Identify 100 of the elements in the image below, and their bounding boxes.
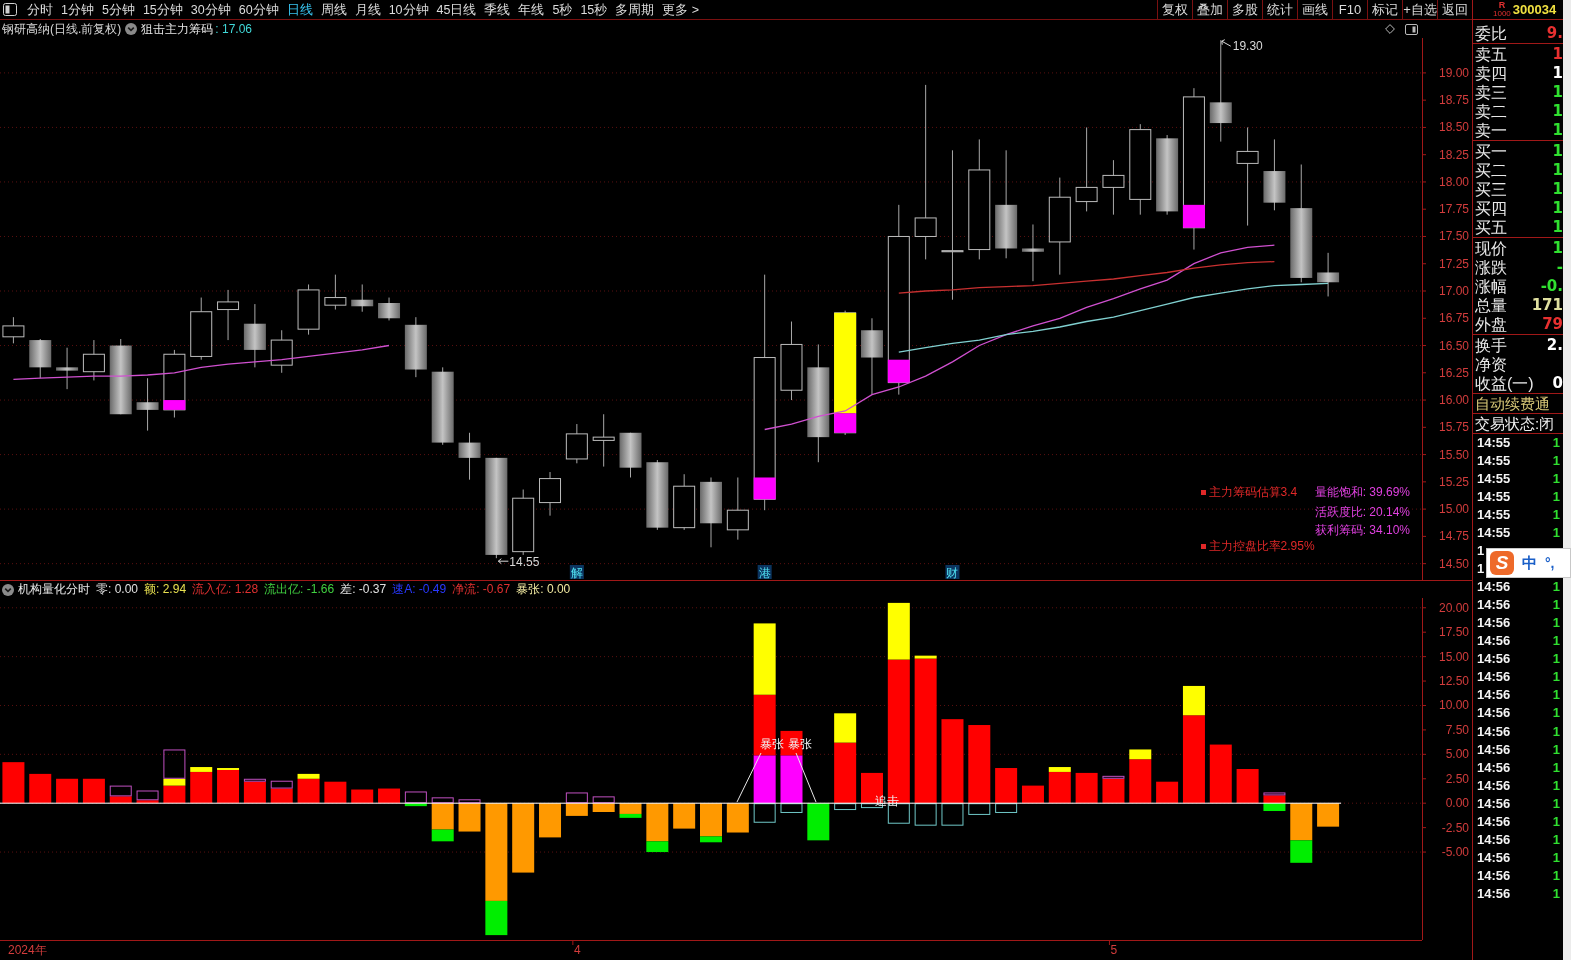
panel-icon[interactable] xyxy=(3,3,17,16)
toolbar-button[interactable]: 返回 xyxy=(1437,0,1472,19)
tick-time: 14:56 xyxy=(1477,885,1511,902)
status-text: 交易状态:闭 xyxy=(1473,414,1563,434)
diamond-icon[interactable] xyxy=(1385,24,1395,34)
axis-label: 2.50 xyxy=(1445,771,1469,786)
notice-text: 自动续费通 xyxy=(1473,394,1563,414)
period-tab[interactable]: 日线 xyxy=(286,0,313,19)
candlestick xyxy=(378,297,401,321)
highlight-bar xyxy=(753,477,776,500)
indicator-value: : 17.06 xyxy=(215,22,253,36)
outline-bar xyxy=(592,796,615,804)
ime-mode-toggle[interactable]: 中 xyxy=(1522,553,1537,573)
tick-time: 14:55 xyxy=(1477,507,1511,524)
signal-note: 主力筹码估算3.4 xyxy=(1208,483,1298,501)
chevron-down-icon[interactable] xyxy=(2,583,14,596)
flow-bar xyxy=(592,803,615,812)
period-tab[interactable]: 分时 xyxy=(27,0,53,19)
ime-punctuation-toggle[interactable]: °, xyxy=(1545,555,1555,571)
toolbar-button[interactable]: 多股 xyxy=(1227,0,1262,19)
axis-label: 18.50 xyxy=(1438,120,1469,135)
outline-bar xyxy=(968,803,991,815)
period-tab[interactable]: 1分钟 xyxy=(61,0,94,19)
outline-bar xyxy=(404,791,427,804)
quote-value: 1 xyxy=(1552,123,1563,138)
candlestick xyxy=(136,377,159,432)
flow-bar xyxy=(136,800,159,804)
toolbar-button[interactable]: 叠加 xyxy=(1192,0,1227,19)
axis-label: 16.75 xyxy=(1438,311,1469,326)
candlestick xyxy=(297,283,320,336)
period-tab[interactable]: 年线 xyxy=(518,0,545,19)
flow-bar xyxy=(726,803,749,833)
outline-bar xyxy=(243,778,266,782)
quote-value: 1 xyxy=(1552,220,1563,235)
indicator-reading: 零: 0.00 xyxy=(96,581,139,598)
tick-price: 1 xyxy=(1552,453,1560,470)
highlight-bar xyxy=(1182,204,1205,228)
axis-label: 15.25 xyxy=(1438,474,1469,489)
flow-bar xyxy=(753,755,776,804)
flow-bar xyxy=(404,803,427,807)
signal-marker: 解 xyxy=(570,565,583,580)
toolbar-button[interactable]: +自选 xyxy=(1402,0,1437,19)
tick-price: 1 xyxy=(1552,597,1560,614)
candlestick xyxy=(700,477,722,548)
flow-bar xyxy=(1156,781,1179,804)
period-tab[interactable]: 15分钟 xyxy=(142,0,183,19)
quote-value: - xyxy=(1556,260,1563,275)
axis-label: 17.50 xyxy=(1438,625,1469,640)
flow-bar xyxy=(1236,769,1259,804)
outline-bar xyxy=(941,803,964,826)
period-tab[interactable]: 5分钟 xyxy=(101,0,135,19)
axis-label: 14.50 xyxy=(1438,556,1469,571)
toolbar-button[interactable]: 复权 xyxy=(1157,0,1192,19)
candlestick xyxy=(404,316,427,378)
toolbar-button[interactable]: 统计 xyxy=(1262,0,1297,19)
flow-bar xyxy=(539,803,561,838)
tick-price: 1 xyxy=(1552,705,1560,722)
tick-time: 14:56 xyxy=(1477,651,1511,668)
period-tab[interactable]: 45日线 xyxy=(436,0,477,19)
period-tab[interactable]: 10分钟 xyxy=(388,0,429,19)
toolbar-button[interactable]: 画线 xyxy=(1297,0,1332,19)
period-tab[interactable]: 季线 xyxy=(484,0,511,19)
outline-bar xyxy=(780,803,803,813)
toolbar-button[interactable]: F10 xyxy=(1332,0,1367,19)
period-tab[interactable]: 30分钟 xyxy=(190,0,231,19)
axis-label: -5.00 xyxy=(1441,845,1469,860)
tick-price: 1 xyxy=(1552,633,1560,650)
panel-icon[interactable] xyxy=(1405,23,1418,35)
axis-label: 16.00 xyxy=(1438,393,1469,408)
outline-bar xyxy=(834,803,857,811)
badge-letter: R xyxy=(1498,1,1506,10)
outline-bar xyxy=(565,792,588,804)
period-tab[interactable]: 多周期 xyxy=(615,0,655,19)
period-tab[interactable]: 更多 > xyxy=(662,0,700,19)
axis-label: 12.50 xyxy=(1438,674,1469,689)
toolbar-button[interactable]: 标记 xyxy=(1367,0,1402,19)
tick-price: 1 xyxy=(1552,435,1560,451)
axis-label: 17.25 xyxy=(1438,256,1469,271)
outline-bar xyxy=(1263,792,1286,796)
chevron-down-icon[interactable] xyxy=(125,23,138,35)
quote-label: 委比 xyxy=(1475,24,1507,43)
quote-label: 卖五 xyxy=(1475,45,1507,64)
candlestick xyxy=(1102,159,1125,216)
period-tab[interactable]: 15秒 xyxy=(580,0,608,19)
candlestick xyxy=(56,347,79,390)
candlestick xyxy=(673,473,696,531)
axis-label: 19.00 xyxy=(1438,65,1469,80)
period-tab[interactable]: 5秒 xyxy=(552,0,573,19)
period-tab[interactable]: 60分钟 xyxy=(238,0,279,19)
candlestick xyxy=(270,329,293,374)
tick-time: 14:56 xyxy=(1477,705,1511,722)
period-tab[interactable]: 月线 xyxy=(354,0,381,19)
square-icon xyxy=(1200,543,1206,549)
indicator-reading: 流出亿: -1.66 xyxy=(264,581,335,598)
axis-label: 7.50 xyxy=(1445,722,1469,737)
period-tab[interactable]: 周线 xyxy=(320,0,347,19)
tick-price: 1 xyxy=(1552,669,1560,686)
flow-bar xyxy=(1209,744,1232,804)
outline-bar xyxy=(270,780,293,789)
tick-price: 1 xyxy=(1552,723,1560,740)
